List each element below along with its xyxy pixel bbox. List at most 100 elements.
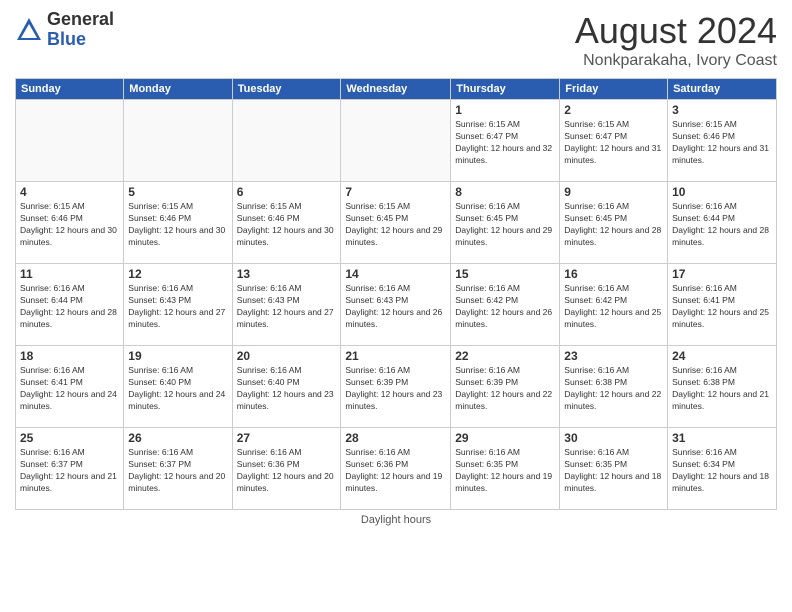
day-info: Sunrise: 6:16 AMSunset: 6:45 PMDaylight:… xyxy=(455,201,555,249)
calendar-cell: 7 Sunrise: 6:15 AMSunset: 6:45 PMDaylight… xyxy=(341,182,451,264)
day-header-thursday: Thursday xyxy=(451,79,560,100)
day-info: Sunrise: 6:16 AMSunset: 6:42 PMDaylight:… xyxy=(564,283,663,331)
day-number: 25 xyxy=(20,431,119,445)
day-info: Sunrise: 6:15 AMSunset: 6:46 PMDaylight:… xyxy=(237,201,337,249)
calendar-week-row: 18 Sunrise: 6:16 AMSunset: 6:41 PMDayligh… xyxy=(16,346,777,428)
day-info: Sunrise: 6:15 AMSunset: 6:46 PMDaylight:… xyxy=(672,119,772,167)
day-number: 28 xyxy=(345,431,446,445)
page: General Blue August 2024 Nonkparakaha, I… xyxy=(0,0,792,612)
day-number: 31 xyxy=(672,431,772,445)
day-info: Sunrise: 6:15 AMSunset: 6:47 PMDaylight:… xyxy=(455,119,555,167)
calendar-cell: 2 Sunrise: 6:15 AMSunset: 6:47 PMDaylight… xyxy=(560,100,668,182)
day-info: Sunrise: 6:16 AMSunset: 6:45 PMDaylight:… xyxy=(564,201,663,249)
calendar-cell: 25 Sunrise: 6:16 AMSunset: 6:37 PMDayligh… xyxy=(16,428,124,510)
logo-icon xyxy=(15,16,43,44)
location: Nonkparakaha, Ivory Coast xyxy=(575,52,777,70)
day-number: 14 xyxy=(345,267,446,281)
calendar-cell: 12 Sunrise: 6:16 AMSunset: 6:43 PMDayligh… xyxy=(124,264,232,346)
logo-text: General Blue xyxy=(47,10,114,50)
day-number: 30 xyxy=(564,431,663,445)
calendar-header-row: SundayMondayTuesdayWednesdayThursdayFrid… xyxy=(16,79,777,100)
day-number: 10 xyxy=(672,185,772,199)
calendar-cell xyxy=(232,100,341,182)
calendar-week-row: 25 Sunrise: 6:16 AMSunset: 6:37 PMDayligh… xyxy=(16,428,777,510)
day-info: Sunrise: 6:16 AMSunset: 6:42 PMDaylight:… xyxy=(455,283,555,331)
day-info: Sunrise: 6:16 AMSunset: 6:38 PMDaylight:… xyxy=(672,365,772,413)
day-number: 19 xyxy=(128,349,227,363)
day-info: Sunrise: 6:16 AMSunset: 6:41 PMDaylight:… xyxy=(20,365,119,413)
day-info: Sunrise: 6:16 AMSunset: 6:43 PMDaylight:… xyxy=(237,283,337,331)
month-year: August 2024 xyxy=(575,10,777,52)
day-number: 2 xyxy=(564,103,663,117)
day-number: 16 xyxy=(564,267,663,281)
day-number: 8 xyxy=(455,185,555,199)
day-number: 17 xyxy=(672,267,772,281)
calendar-cell: 1 Sunrise: 6:15 AMSunset: 6:47 PMDaylight… xyxy=(451,100,560,182)
calendar-cell: 17 Sunrise: 6:16 AMSunset: 6:41 PMDayligh… xyxy=(668,264,777,346)
logo-general: General xyxy=(47,10,114,30)
day-info: Sunrise: 6:16 AMSunset: 6:37 PMDaylight:… xyxy=(128,447,227,495)
day-info: Sunrise: 6:16 AMSunset: 6:35 PMDaylight:… xyxy=(564,447,663,495)
title-area: August 2024 Nonkparakaha, Ivory Coast xyxy=(575,10,777,70)
calendar-cell: 28Sunrise: 6:16 AMSunset: 6:36 PMDayligh… xyxy=(341,428,451,510)
calendar-cell: 8 Sunrise: 6:16 AMSunset: 6:45 PMDaylight… xyxy=(451,182,560,264)
logo-blue: Blue xyxy=(47,30,114,50)
day-number: 7 xyxy=(345,185,446,199)
day-info: Sunrise: 6:15 AMSunset: 6:47 PMDaylight:… xyxy=(564,119,663,167)
day-info: Sunrise: 6:16 AMSunset: 6:37 PMDaylight:… xyxy=(20,447,119,495)
calendar-week-row: 1 Sunrise: 6:15 AMSunset: 6:47 PMDaylight… xyxy=(16,100,777,182)
calendar-cell: 21Sunrise: 6:16 AMSunset: 6:39 PMDayligh… xyxy=(341,346,451,428)
day-header-sunday: Sunday xyxy=(16,79,124,100)
calendar-cell: 20 Sunrise: 6:16 AMSunset: 6:40 PMDayligh… xyxy=(232,346,341,428)
day-number: 29 xyxy=(455,431,555,445)
day-number: 1 xyxy=(455,103,555,117)
day-number: 11 xyxy=(20,267,119,281)
calendar-cell: 9Sunrise: 6:16 AMSunset: 6:45 PMDaylight… xyxy=(560,182,668,264)
day-number: 26 xyxy=(128,431,227,445)
calendar-table: SundayMondayTuesdayWednesdayThursdayFrid… xyxy=(15,78,777,510)
day-header-wednesday: Wednesday xyxy=(341,79,451,100)
day-info: Sunrise: 6:16 AMSunset: 6:35 PMDaylight:… xyxy=(455,447,555,495)
day-header-tuesday: Tuesday xyxy=(232,79,341,100)
day-info: Sunrise: 6:16 AMSunset: 6:40 PMDaylight:… xyxy=(128,365,227,413)
day-info: Sunrise: 6:16 AMSunset: 6:43 PMDaylight:… xyxy=(128,283,227,331)
calendar-cell: 31Sunrise: 6:16 AMSunset: 6:34 PMDayligh… xyxy=(668,428,777,510)
day-number: 23 xyxy=(564,349,663,363)
calendar-cell xyxy=(124,100,232,182)
day-info: Sunrise: 6:16 AMSunset: 6:38 PMDaylight:… xyxy=(564,365,663,413)
calendar-cell: 13 Sunrise: 6:16 AMSunset: 6:43 PMDayligh… xyxy=(232,264,341,346)
day-header-monday: Monday xyxy=(124,79,232,100)
calendar-week-row: 11 Sunrise: 6:16 AMSunset: 6:44 PMDayligh… xyxy=(16,264,777,346)
calendar-cell: 24 Sunrise: 6:16 AMSunset: 6:38 PMDayligh… xyxy=(668,346,777,428)
day-info: Sunrise: 6:16 AMSunset: 6:44 PMDaylight:… xyxy=(672,201,772,249)
calendar-cell xyxy=(341,100,451,182)
day-number: 20 xyxy=(237,349,337,363)
day-number: 24 xyxy=(672,349,772,363)
day-info: Sunrise: 6:15 AMSunset: 6:45 PMDaylight:… xyxy=(345,201,446,249)
day-info: Sunrise: 6:16 AMSunset: 6:40 PMDaylight:… xyxy=(237,365,337,413)
logo: General Blue xyxy=(15,10,114,50)
day-info: Sunrise: 6:16 AMSunset: 6:39 PMDaylight:… xyxy=(455,365,555,413)
day-number: 13 xyxy=(237,267,337,281)
calendar-cell: 6Sunrise: 6:15 AMSunset: 6:46 PMDaylight… xyxy=(232,182,341,264)
day-number: 15 xyxy=(455,267,555,281)
day-info: Sunrise: 6:16 AMSunset: 6:41 PMDaylight:… xyxy=(672,283,772,331)
day-header-friday: Friday xyxy=(560,79,668,100)
calendar-cell: 26 Sunrise: 6:16 AMSunset: 6:37 PMDayligh… xyxy=(124,428,232,510)
day-info: Sunrise: 6:15 AMSunset: 6:46 PMDaylight:… xyxy=(128,201,227,249)
day-number: 27 xyxy=(237,431,337,445)
day-info: Sunrise: 6:16 AMSunset: 6:36 PMDaylight:… xyxy=(237,447,337,495)
day-number: 18 xyxy=(20,349,119,363)
day-info: Sunrise: 6:16 AMSunset: 6:44 PMDaylight:… xyxy=(20,283,119,331)
calendar-cell: 5Sunrise: 6:15 AMSunset: 6:46 PMDaylight… xyxy=(124,182,232,264)
calendar-cell xyxy=(16,100,124,182)
calendar-cell: 11 Sunrise: 6:16 AMSunset: 6:44 PMDayligh… xyxy=(16,264,124,346)
calendar-cell: 18 Sunrise: 6:16 AMSunset: 6:41 PMDayligh… xyxy=(16,346,124,428)
calendar-cell: 15 Sunrise: 6:16 AMSunset: 6:42 PMDayligh… xyxy=(451,264,560,346)
day-info: Sunrise: 6:16 AMSunset: 6:43 PMDaylight:… xyxy=(345,283,446,331)
calendar-week-row: 4Sunrise: 6:15 AMSunset: 6:46 PMDaylight… xyxy=(16,182,777,264)
calendar-cell: 19 Sunrise: 6:16 AMSunset: 6:40 PMDayligh… xyxy=(124,346,232,428)
footer-note: Daylight hours xyxy=(15,514,777,526)
day-number: 12 xyxy=(128,267,227,281)
calendar-cell: 4Sunrise: 6:15 AMSunset: 6:46 PMDaylight… xyxy=(16,182,124,264)
